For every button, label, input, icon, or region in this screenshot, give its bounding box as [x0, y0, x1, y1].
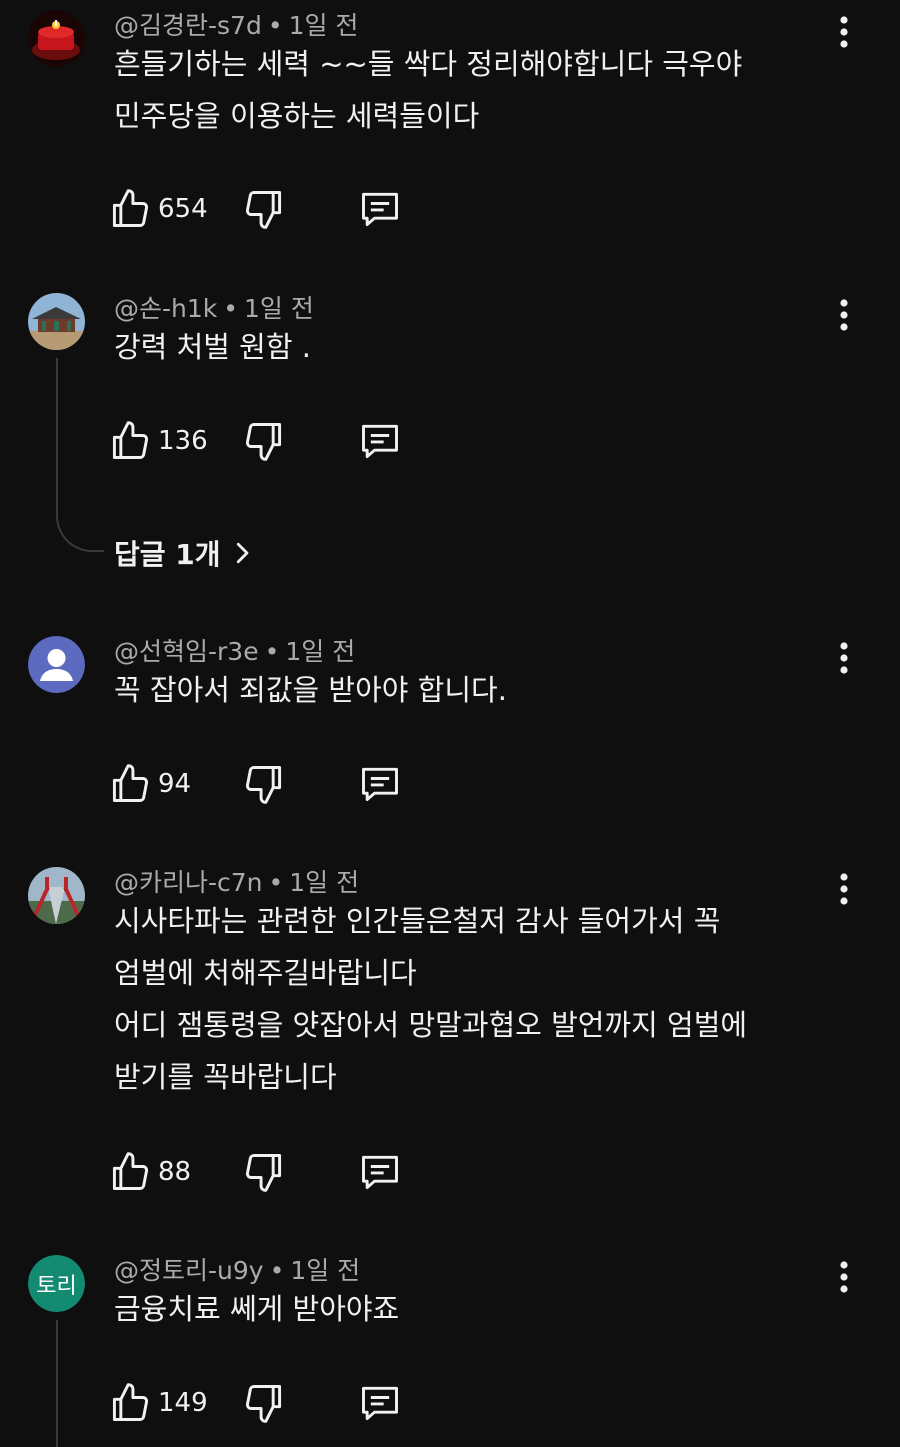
- dislike-button[interactable]: [242, 185, 286, 233]
- author-handle[interactable]: @정토리-u9y: [114, 1256, 264, 1285]
- like-button[interactable]: 149: [108, 1379, 208, 1427]
- comment-text: 시사타파는 관련한 인간들은철저 감사 들어가서 꼭 엄벌에 처해주길바랍니다 …: [114, 895, 814, 1103]
- comment-text: 강력 처벌 원함 .: [114, 321, 814, 373]
- avatar[interactable]: [28, 636, 85, 693]
- comment-reply-icon: [362, 1386, 398, 1421]
- reply-button[interactable]: [358, 1148, 402, 1196]
- cake-photo-avatar: [28, 10, 85, 67]
- reply-button[interactable]: [358, 760, 402, 808]
- avatar[interactable]: [28, 10, 85, 67]
- comment-line: 시사타파는 관련한 인간들은철저 감사 들어가서 꼭: [114, 904, 721, 938]
- more-options-icon[interactable]: [824, 12, 864, 52]
- thumbs-up-icon: [112, 764, 148, 802]
- thumbs-up-icon: [112, 1383, 148, 1421]
- dislike-button[interactable]: [242, 1379, 286, 1427]
- thumbs-down-icon: [246, 1154, 282, 1192]
- like-button[interactable]: 136: [108, 417, 208, 465]
- meta-dot: •: [264, 637, 280, 666]
- comment-reply-icon: [362, 767, 398, 802]
- chevron-right-icon: [236, 542, 248, 564]
- comment-item: @선혁임-r3e • 1일 전 꼭 잡아서 죄값을 받아야 합니다. 94: [0, 636, 900, 836]
- comment-line: 받기를 꼭바랍니다: [114, 1060, 337, 1094]
- thumbs-down-icon: [246, 1385, 282, 1423]
- author-handle[interactable]: @김경란-s7d: [114, 11, 262, 40]
- more-options-icon[interactable]: [824, 638, 864, 678]
- more-options-icon[interactable]: [824, 1257, 864, 1297]
- default-person-icon: [28, 636, 85, 693]
- comment-reply-icon: [362, 1155, 398, 1190]
- comment-item: @손-h1k • 1일 전 강력 처벌 원함 . 136 답글 1개: [0, 293, 900, 583]
- comment-time: 1일 전: [288, 11, 359, 40]
- comment-line: 강력 처벌 원함 .: [114, 330, 311, 364]
- thumbs-down-icon: [246, 191, 282, 229]
- reply-button[interactable]: [358, 417, 402, 465]
- like-button[interactable]: 88: [108, 1148, 191, 1196]
- comment-time: 1일 전: [244, 294, 314, 323]
- text-avatar: 토리: [28, 1255, 85, 1312]
- comment-reply-icon: [362, 192, 398, 227]
- dislike-button[interactable]: [242, 1148, 286, 1196]
- comment-line: 금융치료 쎄게 받아야죠: [114, 1292, 400, 1326]
- comment-text: 흔들기하는 세력 ~~들 싹다 정리해야합니다 극우야 민주당을 이용하는 세력…: [114, 38, 814, 142]
- like-button[interactable]: 94: [108, 760, 191, 808]
- meta-dot: •: [269, 1256, 285, 1285]
- like-count: 136: [158, 426, 208, 456]
- avatar[interactable]: [28, 293, 85, 350]
- like-count: 88: [158, 1157, 192, 1187]
- thumbs-up-icon: [112, 1152, 148, 1190]
- meta-dot: •: [267, 11, 283, 40]
- replies-count: 답글 1개: [114, 538, 221, 571]
- comment-line: 민주당을 이용하는 세력들이다: [114, 99, 480, 133]
- author-handle[interactable]: @선혁임-r3e: [114, 637, 259, 666]
- comment-line: 엄벌에 처해주길바랍니다: [114, 956, 417, 990]
- reply-button[interactable]: [358, 185, 402, 233]
- dislike-button[interactable]: [242, 417, 286, 465]
- comment-line: 흔들기하는 세력 ~~들 싹다 정리해야합니다 극우야: [114, 47, 743, 81]
- thumbs-up-icon: [112, 189, 148, 227]
- thumbs-down-icon: [246, 423, 282, 461]
- comment-time: 1일 전: [289, 868, 360, 897]
- comment-time: 1일 전: [290, 1256, 361, 1285]
- meta-dot: •: [268, 868, 284, 897]
- comment-reply-icon: [362, 424, 398, 459]
- author-handle[interactable]: @카리나-c7n: [114, 868, 263, 897]
- palace-photo-avatar: [28, 293, 85, 350]
- comment-item: @카리나-c7n • 1일 전 시사타파는 관련한 인간들은철저 감사 들어가서 꼭…: [0, 867, 900, 1207]
- comment-line: 꼭 잡아서 죄값을 받아야 합니다.: [114, 673, 507, 707]
- meta-dot: •: [223, 294, 238, 323]
- thumbs-up-icon: [112, 421, 148, 459]
- bridge-photo-avatar: [28, 867, 85, 924]
- more-options-icon[interactable]: [824, 295, 864, 335]
- thumbs-down-icon: [246, 766, 282, 804]
- avatar[interactable]: 토리: [28, 1255, 85, 1312]
- comment-item: 토리 @정토리-u9y • 1일 전 금융치료 쎄게 받아야죠 149: [0, 1255, 900, 1447]
- like-count: 654: [158, 194, 208, 224]
- like-button[interactable]: 654: [108, 185, 208, 233]
- comment-line: 어디 잼통령을 얏잡아서 망말과협오 발언까지 엄벌에: [114, 1008, 748, 1042]
- author-handle[interactable]: @손-h1k: [114, 294, 217, 323]
- dislike-button[interactable]: [242, 760, 286, 808]
- comment-text: 금융치료 쎄게 받아야죠: [114, 1283, 814, 1335]
- more-options-icon[interactable]: [824, 869, 864, 909]
- comment-text: 꼭 잡아서 죄값을 받아야 합니다.: [114, 664, 814, 716]
- comment-time: 1일 전: [285, 637, 356, 666]
- reply-button[interactable]: [358, 1379, 402, 1427]
- avatar[interactable]: [28, 867, 85, 924]
- like-count: 149: [158, 1388, 208, 1418]
- like-count: 94: [158, 769, 192, 799]
- view-replies-button[interactable]: 답글 1개: [114, 533, 257, 573]
- comment-item: @김경란-s7d • 1일 전 흔들기하는 세력 ~~들 싹다 정리해야합니다 극우…: [0, 10, 900, 250]
